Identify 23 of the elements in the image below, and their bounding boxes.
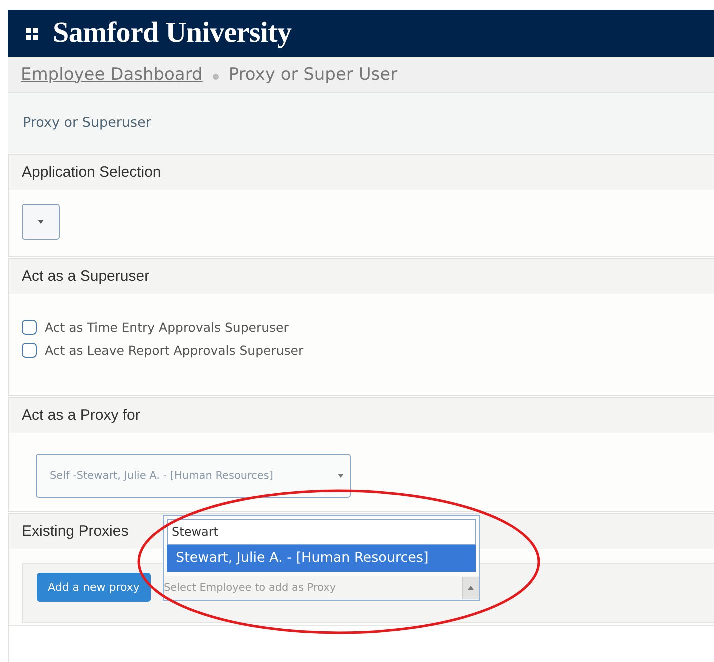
caret-up-icon bbox=[468, 586, 474, 590]
caret-icon bbox=[38, 220, 44, 224]
checkbox-label: Act as Time Entry Approvals Superuser bbox=[45, 320, 289, 335]
separator-dot-icon bbox=[212, 74, 219, 80]
breadcrumb-current: Proxy or Super User bbox=[228, 64, 398, 84]
checkbox[interactable] bbox=[22, 343, 37, 358]
grid-icon bbox=[26, 28, 38, 40]
section-title: Existing Proxies bbox=[22, 523, 129, 540]
breadcrumb-link[interactable]: Employee Dashboard bbox=[21, 64, 203, 84]
dropdown-option[interactable]: Stewart, Julie A. - [Human Resources] bbox=[167, 545, 476, 572]
section-title: Act as a Superuser bbox=[22, 268, 150, 285]
checkbox-label: Act as Leave Report Approvals Superuser bbox=[45, 343, 304, 358]
search-field[interactable]: Stewart bbox=[167, 519, 476, 545]
checkbox[interactable] bbox=[22, 320, 37, 335]
site-title[interactable]: Samford University bbox=[53, 17, 292, 50]
employee-select[interactable]: Select Employee to add as Proxy bbox=[164, 576, 479, 600]
section-title: Application Selection bbox=[22, 164, 162, 181]
proxy-select[interactable]: Self -Stewart, Julie A. - [Human Resources] bbox=[36, 454, 351, 498]
caret-icon bbox=[338, 474, 344, 478]
section-title: Act as a Proxy for bbox=[22, 407, 140, 424]
application-select[interactable] bbox=[22, 204, 60, 240]
page-title: Proxy or Superuser bbox=[23, 115, 152, 131]
add-proxy-button[interactable]: Add a new proxy bbox=[37, 573, 151, 602]
